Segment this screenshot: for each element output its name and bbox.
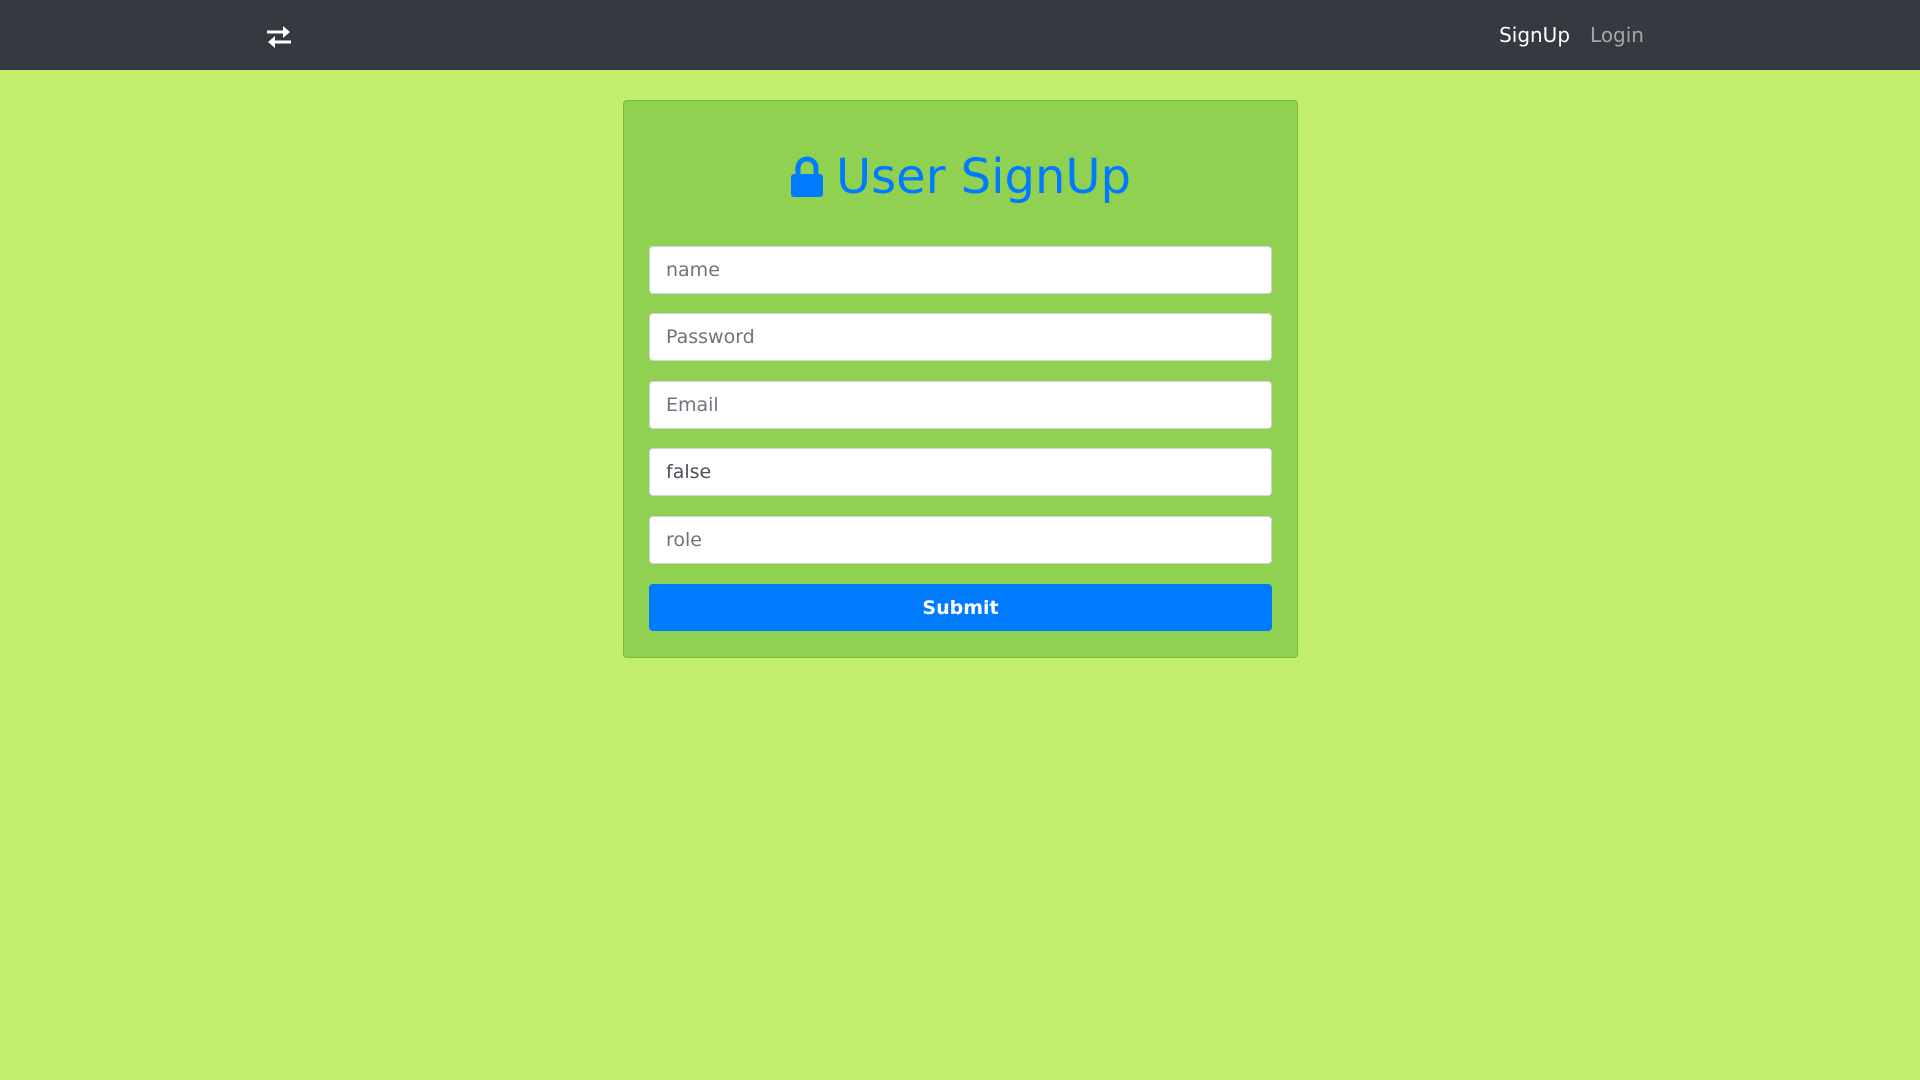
nav-links: SignUp Login xyxy=(1499,0,1644,70)
nav-link-signup[interactable]: SignUp xyxy=(1499,23,1570,47)
submit-button[interactable]: Submit xyxy=(649,584,1272,631)
navbar: SignUp Login xyxy=(0,0,1920,70)
nav-link-login[interactable]: Login xyxy=(1590,23,1644,47)
password-input[interactable] xyxy=(649,313,1272,361)
name-input[interactable] xyxy=(649,246,1272,294)
lock-icon xyxy=(791,156,824,197)
form-title: User SignUp xyxy=(624,149,1297,205)
email-input[interactable] xyxy=(649,381,1272,429)
form-title-text: User SignUp xyxy=(836,149,1131,205)
flag-input[interactable] xyxy=(649,448,1272,496)
signup-card: User SignUp Submit xyxy=(623,100,1298,658)
swap-arrows-icon[interactable] xyxy=(264,22,294,52)
role-input[interactable] xyxy=(649,516,1272,564)
